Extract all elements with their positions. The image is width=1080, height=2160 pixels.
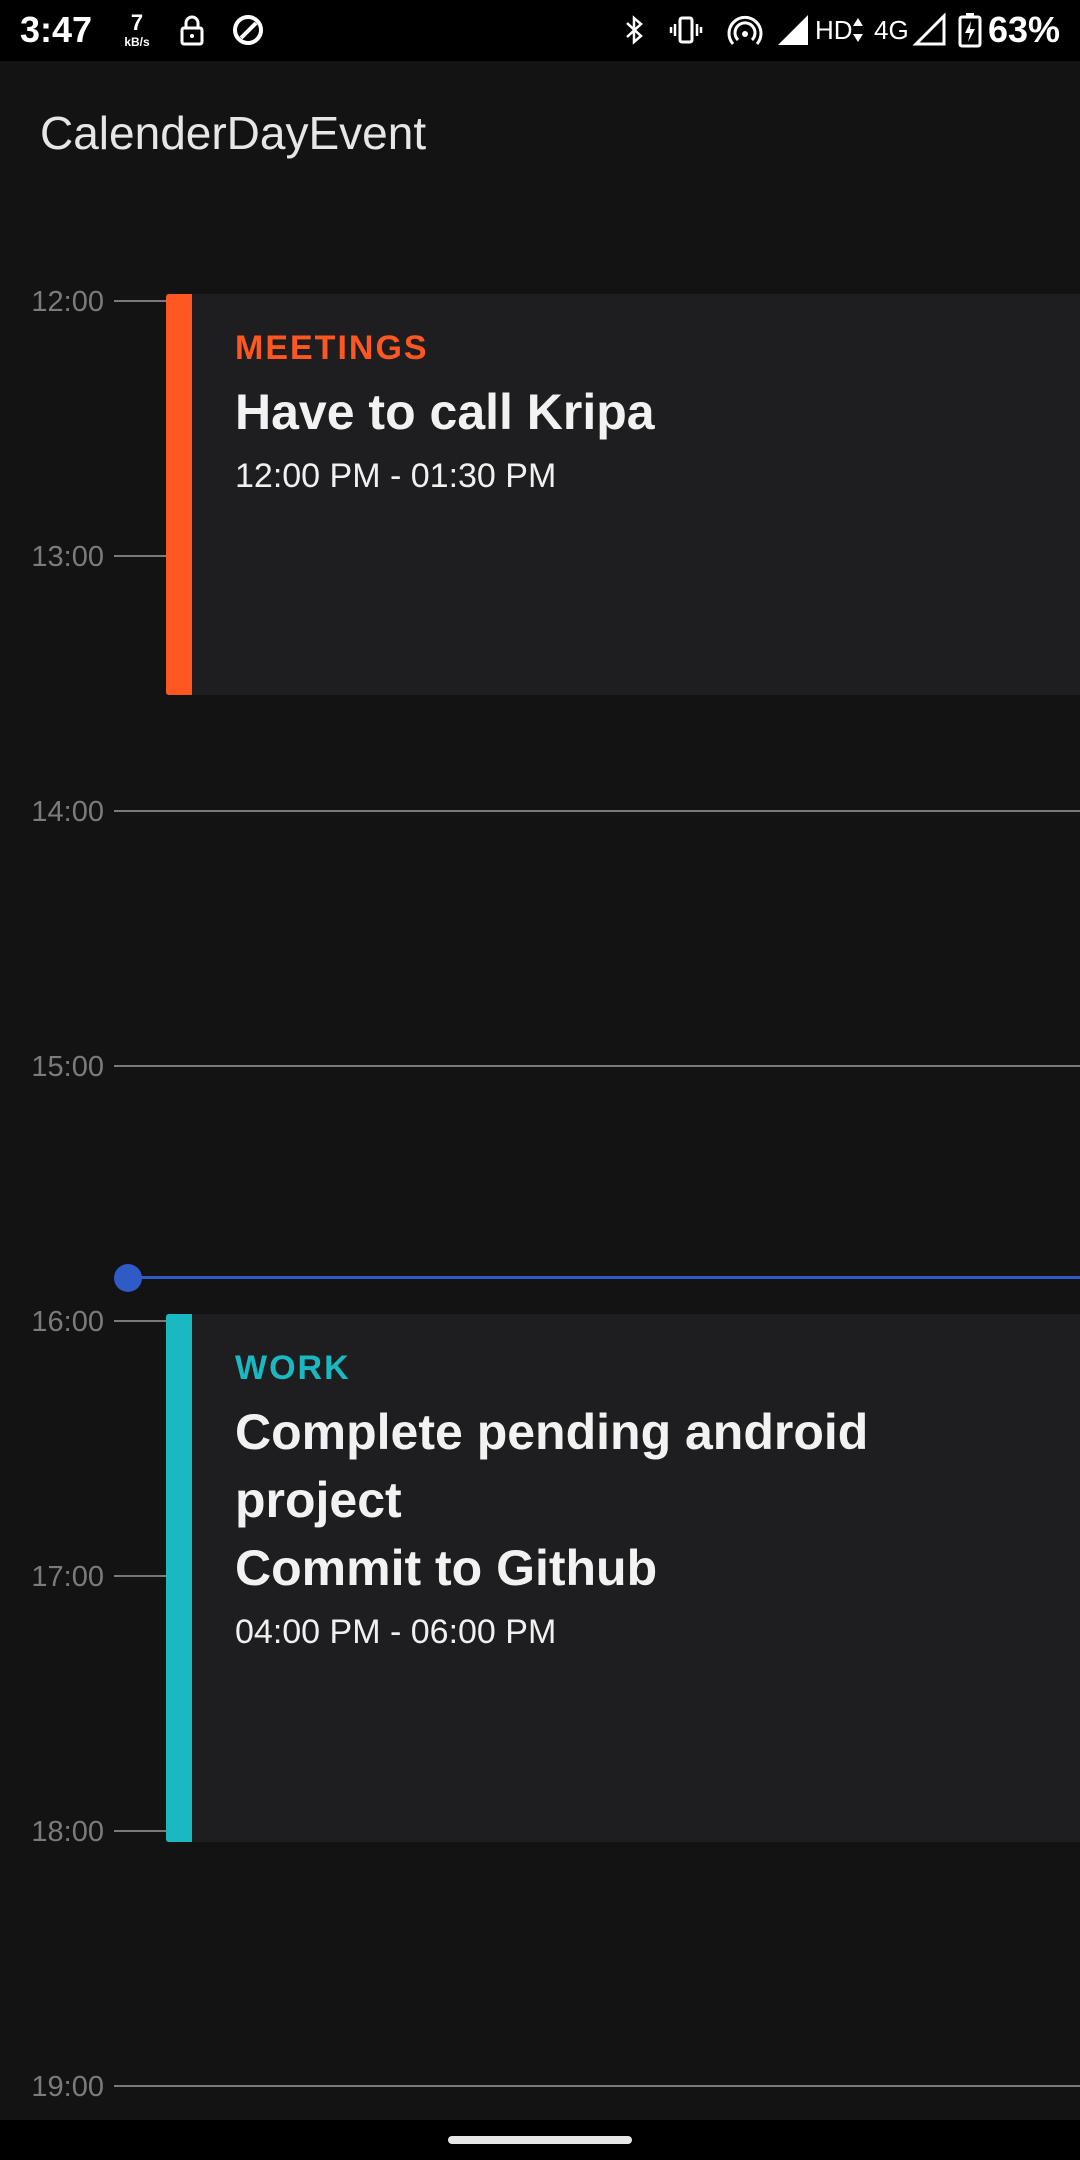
network-type-label: 4G — [874, 15, 909, 45]
signal-icon — [778, 15, 808, 45]
home-gesture-handle[interactable] — [448, 2136, 632, 2144]
hour-divider — [114, 2085, 1080, 2087]
event-category: WORK — [235, 1349, 351, 1387]
network-speed-unit: kB/s — [124, 35, 150, 49]
event-title: Complete pending android project Commit … — [235, 1398, 1040, 1602]
signal-secondary-icon — [912, 12, 946, 46]
event-title-line: Complete pending android — [235, 1404, 869, 1460]
lock-icon — [180, 15, 204, 46]
network-speed: 7 kB/s — [120, 10, 154, 49]
hour-label: 15:00 — [31, 1051, 104, 1083]
event-title-line: Commit to Github — [235, 1540, 658, 1596]
app-screen: 3:47 7 kB/s HD 4G 63% CalenderDayEvent 1… — [0, 0, 1080, 2160]
event-title: Have to call Kripa — [235, 384, 655, 440]
network-hd-label: HD — [815, 15, 853, 45]
hour-label: 17:00 — [31, 1561, 104, 1593]
data-saver-icon — [233, 15, 263, 45]
status-bar: 3:47 7 kB/s HD 4G 63% — [0, 0, 1080, 61]
app-bar: CalenderDayEvent — [0, 61, 1080, 211]
event-color-bar — [166, 1314, 192, 1842]
battery-percentage: 63% — [987, 9, 1060, 50]
network-speed-value: 7 — [130, 10, 144, 35]
event-time: 04:00 PM - 06:00 PM — [235, 1613, 557, 1651]
current-time-line — [126, 1276, 1080, 1279]
event-title-line: project — [235, 1472, 402, 1528]
hour-label: 12:00 — [31, 286, 104, 318]
vibrate-icon — [669, 16, 703, 44]
event-card-work[interactable]: WORK Complete pending android project Co… — [166, 1314, 1080, 1842]
event-category: MEETINGS — [235, 329, 429, 367]
hour-divider — [114, 1065, 1080, 1067]
battery-charging-icon — [958, 13, 982, 48]
status-time: 3:47 — [20, 9, 93, 50]
hour-divider — [114, 810, 1080, 812]
bluetooth-icon — [626, 15, 643, 45]
hour-label: 18:00 — [31, 1816, 104, 1848]
app-title: CalenderDayEvent — [40, 107, 427, 159]
navigation-bar — [0, 2120, 1080, 2160]
hour-label: 14:00 — [31, 796, 104, 828]
hour-label: 19:00 — [31, 2071, 104, 2103]
hotspot-icon — [727, 15, 763, 45]
current-time-dot — [114, 1264, 142, 1292]
event-time: 12:00 PM - 01:30 PM — [235, 457, 557, 495]
event-color-bar — [166, 294, 192, 695]
hour-label: 13:00 — [31, 541, 104, 573]
hour-label: 16:00 — [31, 1306, 104, 1338]
event-card-meetings[interactable]: MEETINGS Have to call Kripa 12:00 PM - 0… — [166, 294, 1080, 695]
data-activity-icon — [853, 18, 863, 42]
